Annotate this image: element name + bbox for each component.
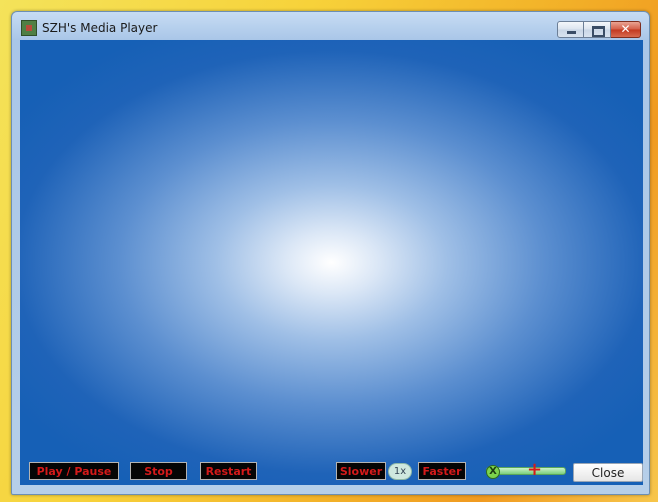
maximize-button[interactable] <box>584 21 611 38</box>
app-icon <box>21 20 37 36</box>
title-bar[interactable]: SZH's Media Player ✕ <box>12 12 649 40</box>
window-title: SZH's Media Player <box>42 21 158 35</box>
video-area[interactable]: Play / Pause Stop Restart Slower 1x Fast… <box>20 40 643 485</box>
window-close-button[interactable]: ✕ <box>611 21 641 38</box>
stop-button[interactable]: Stop <box>130 462 187 480</box>
caption-buttons: ✕ <box>557 21 641 39</box>
maximize-icon <box>584 22 610 37</box>
slower-button[interactable]: Slower <box>336 462 386 480</box>
faster-button[interactable]: Faster <box>418 462 466 480</box>
close-button[interactable]: Close <box>573 463 643 482</box>
play-pause-button[interactable]: Play / Pause <box>29 462 119 480</box>
mute-button[interactable]: X <box>486 465 500 479</box>
minimize-icon <box>558 22 583 37</box>
close-icon: ✕ <box>620 22 631 36</box>
volume-up-button[interactable]: + <box>527 459 542 480</box>
control-bar: Play / Pause Stop Restart Slower 1x Fast… <box>20 455 643 485</box>
restart-button[interactable]: Restart <box>200 462 257 480</box>
minimize-button[interactable] <box>557 21 584 38</box>
media-player-window: SZH's Media Player ✕ Play / Pause Stop R… <box>11 11 650 495</box>
speed-indicator: 1x <box>388 463 412 480</box>
